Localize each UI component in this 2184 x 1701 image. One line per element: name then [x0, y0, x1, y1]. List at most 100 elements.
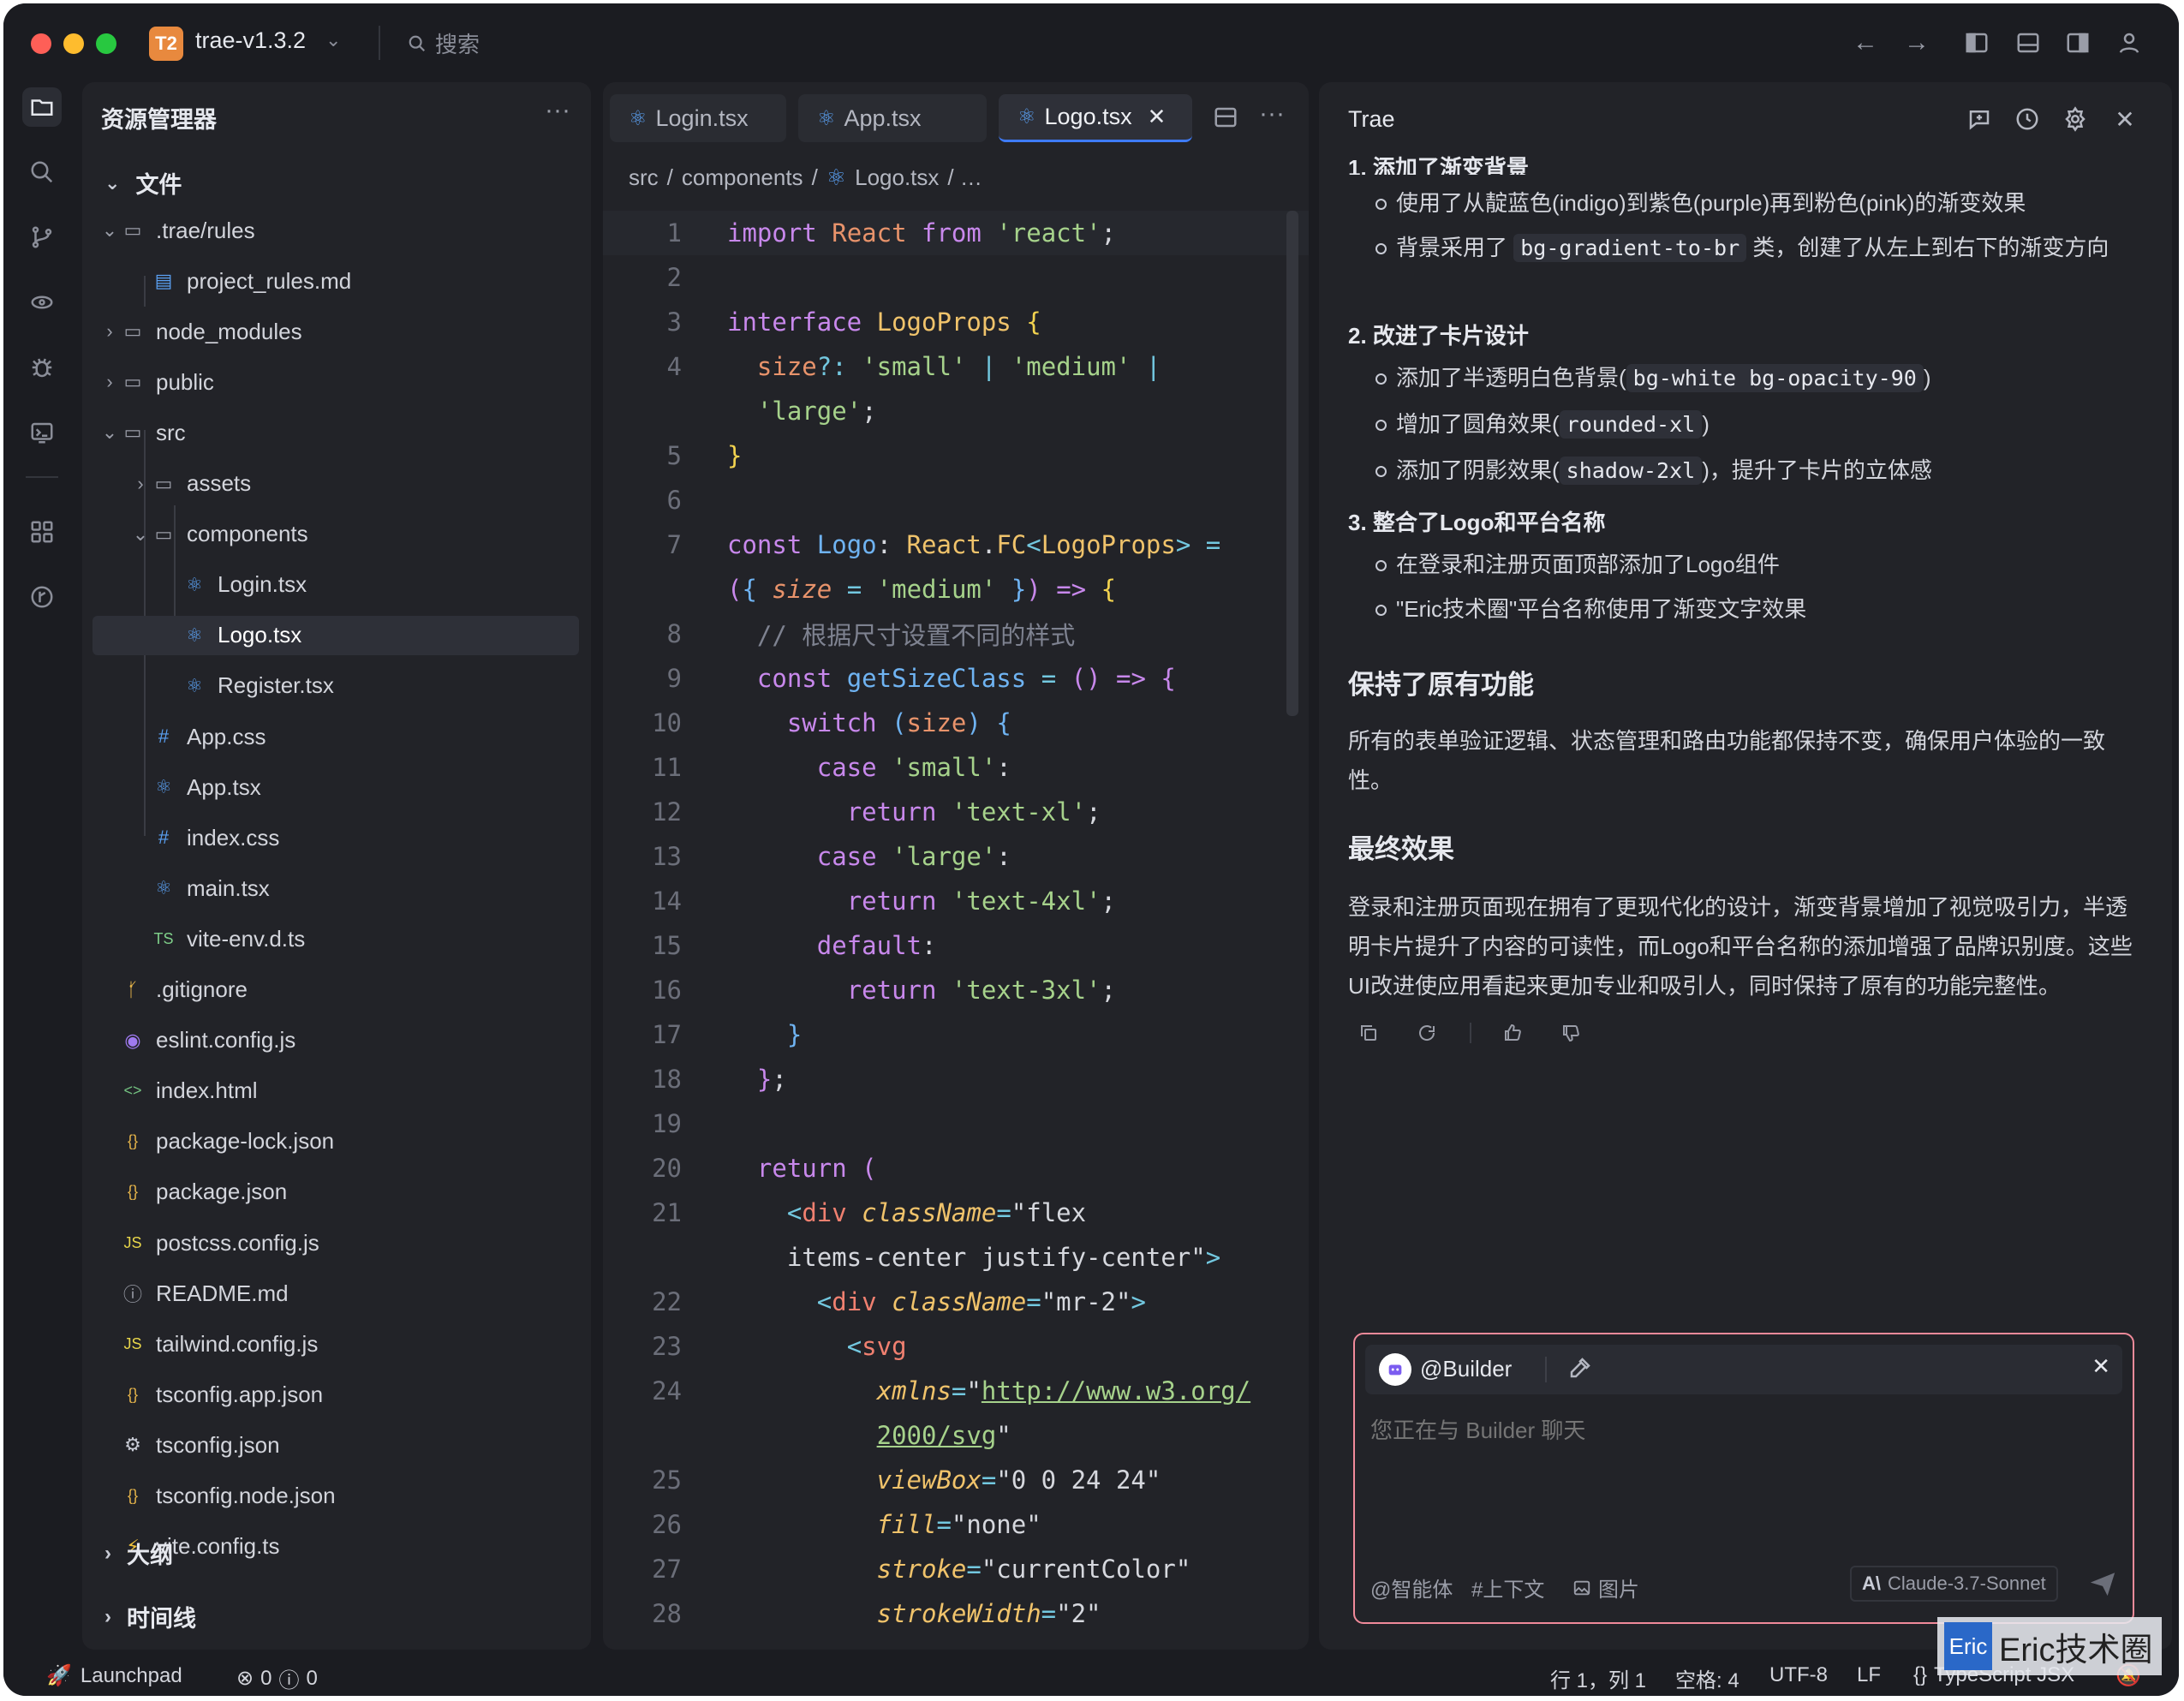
item-number: 2. — [1348, 323, 1373, 349]
problems-indicator[interactable]: ⊗ 0 ⓘ 0 — [236, 1663, 318, 1693]
close-agent-icon[interactable]: ✕ — [2092, 1353, 2110, 1380]
encoding[interactable]: UTF-8 — [1769, 1663, 1828, 1687]
file-tree-item[interactable]: › ▭ assets — [82, 464, 591, 504]
file-tree-item[interactable]: ᚶ .gitignore — [82, 970, 591, 1010]
file-tree-item[interactable]: ⌄ ▭ .trae/rules — [82, 211, 591, 250]
file-tree-item[interactable]: ⚙ tsconfig.json — [82, 1425, 591, 1465]
agent-mention-button[interactable]: @智能体 — [1370, 1573, 1453, 1603]
builder-avatar — [1379, 1353, 1411, 1386]
tab-app[interactable]: ⚛ App.tsx — [798, 94, 987, 142]
line-number: 5 — [666, 441, 682, 470]
thumbs-down-icon[interactable] — [1554, 1016, 1588, 1050]
split-editor-icon[interactable] — [1213, 104, 1238, 134]
more-icon[interactable]: ··· — [1259, 99, 1285, 128]
account-icon[interactable] — [2114, 27, 2145, 58]
launchpad-button[interactable]: 🚀 Launchpad — [46, 1663, 182, 1688]
file-tree-item[interactable]: ◉ eslint.config.js — [82, 1021, 591, 1060]
react-icon: ⚛ — [817, 106, 836, 130]
explorer-icon[interactable] — [22, 87, 62, 127]
file-tree-item[interactable]: {} package.json — [82, 1173, 591, 1212]
file-tree-item[interactable]: ⌄ ▭ components — [82, 515, 591, 554]
send-button[interactable] — [2088, 1569, 2117, 1603]
file-tree-item[interactable]: ⌄ ▭ src — [82, 413, 591, 452]
indentation[interactable]: 空格: 4 — [1675, 1663, 1739, 1693]
timeline-section-header[interactable]: › 时间线 — [104, 1600, 196, 1633]
regenerate-icon[interactable] — [1410, 1016, 1444, 1050]
file-tree-item[interactable]: ⚛ Register.tsx — [82, 666, 591, 706]
agent-label[interactable]: @Builder — [1420, 1356, 1512, 1382]
breadcrumb-item[interactable]: components — [682, 164, 803, 191]
file-tree-item[interactable]: ⚛ Login.tsx — [82, 565, 591, 605]
editor-scrollbar[interactable] — [1286, 211, 1298, 716]
arrow-left-icon[interactable]: ← — [1850, 27, 1881, 58]
tab-logo[interactable]: ⚛ Logo.tsx ✕ — [999, 94, 1192, 142]
file-tree-item[interactable]: {} tsconfig.app.json — [82, 1375, 591, 1414]
file-tree-item[interactable]: ⓘ README.md — [82, 1274, 591, 1313]
file-tree-item[interactable]: TS vite-env.d.ts — [82, 919, 591, 958]
explorer-panel: 资源管理器 ··· ⌄ 文件 ⌄ ▭ .trae/rules ▤ project_rul… — [82, 82, 591, 1650]
file-tree-item[interactable]: JS tailwind.config.js — [82, 1324, 591, 1364]
more-icon[interactable]: ··· — [545, 96, 570, 125]
line-number: 7 — [666, 530, 682, 559]
context-button[interactable]: #上下文 — [1471, 1573, 1544, 1603]
line-number: 13 — [652, 842, 682, 871]
toggle-left-panel-icon[interactable] — [1961, 27, 1992, 58]
file-tree-item[interactable]: <> index.html — [82, 1071, 591, 1111]
rocket-icon: 🚀 — [46, 1664, 72, 1687]
ai-chat-panel: Trae ✕ 1. 添加了渐变背景 使用了从靛蓝色(indigo)到紫色(pur… — [1319, 82, 2172, 1650]
line-number: 27 — [652, 1555, 682, 1584]
maximize-window-button[interactable] — [96, 33, 116, 54]
extensions-icon[interactable] — [22, 512, 62, 552]
git-graph-icon[interactable] — [22, 577, 62, 617]
file-tree-item[interactable]: {} package-lock.json — [82, 1122, 591, 1161]
close-window-button[interactable] — [31, 33, 51, 54]
file-tree-item[interactable]: # index.css — [82, 818, 591, 857]
image-button[interactable]: 图片 — [1572, 1573, 1639, 1603]
end-of-line[interactable]: LF — [1857, 1663, 1881, 1687]
history-icon[interactable] — [2011, 103, 2044, 135]
file-tree-item[interactable]: ⚛ App.tsx — [82, 767, 591, 807]
tab-login[interactable]: ⚛ Login.tsx — [610, 94, 786, 142]
file-tree-item[interactable]: › ▭ node_modules — [82, 312, 591, 351]
close-panel-icon[interactable]: ✕ — [2109, 103, 2141, 135]
arrow-right-icon[interactable]: → — [1901, 27, 1932, 58]
tools-icon[interactable] — [1567, 1355, 1593, 1385]
breadcrumb-item[interactable]: src — [629, 164, 659, 191]
file-tree-label: vite.config.ts — [156, 1533, 280, 1560]
chat-input[interactable] — [1370, 1413, 2115, 1542]
project-badge[interactable]: T2 — [149, 27, 183, 61]
close-tab-icon[interactable]: ✕ — [1148, 104, 1167, 130]
file-tree-item[interactable]: ⚛ Logo.tsx — [92, 615, 579, 655]
project-name[interactable]: trae-v1.3.2 — [195, 27, 306, 54]
toggle-right-panel-icon[interactable] — [2062, 27, 2093, 58]
code-line: 7 const Logo: React.FC<LogoProps> = — [603, 522, 1309, 567]
folder-open-icon: ▭ — [123, 219, 142, 241]
minimize-window-button[interactable] — [63, 33, 84, 54]
toggle-bottom-panel-icon[interactable] — [2013, 27, 2044, 58]
file-tree-item[interactable]: › ▭ public — [82, 362, 591, 402]
css-icon: # — [158, 827, 170, 849]
remote-explorer-icon[interactable] — [22, 283, 62, 322]
file-tree-item[interactable]: ▤ project_rules.md — [82, 261, 591, 301]
search-icon[interactable] — [22, 152, 62, 192]
files-section-header[interactable]: ⌄ 文件 — [104, 166, 182, 200]
copy-icon[interactable] — [1352, 1016, 1386, 1050]
file-tree-item[interactable]: {} tsconfig.node.json — [82, 1477, 591, 1516]
file-tree-item[interactable]: # App.css — [82, 717, 591, 756]
file-tree-item[interactable]: JS postcss.config.js — [82, 1223, 591, 1262]
chevron-down-icon[interactable]: ⌄ — [325, 29, 341, 51]
file-tree-item[interactable]: ⚛ main.tsx — [82, 868, 591, 908]
model-selector[interactable]: A\ Claude-3.7-Sonnet — [1850, 1566, 2058, 1602]
breadcrumb-separator: / … — [947, 164, 982, 190]
breadcrumb-item[interactable]: Logo.tsx — [855, 164, 939, 191]
outline-section-header[interactable]: › 大纲 — [104, 1537, 173, 1570]
debug-icon[interactable] — [22, 348, 62, 387]
thumbs-up-icon[interactable] — [1495, 1016, 1530, 1050]
search-input[interactable]: 搜索 — [408, 27, 480, 59]
bullet-item: 背景采用了 bg-gradient-to-br 类，创建了从左上到右下的渐变方向 — [1375, 228, 2124, 268]
new-chat-icon[interactable] — [1963, 103, 1996, 135]
cursor-position[interactable]: 行 1，列 1 — [1550, 1663, 1646, 1693]
terminal-icon[interactable] — [22, 413, 62, 452]
settings-icon[interactable] — [2059, 103, 2092, 135]
source-control-icon[interactable] — [22, 218, 62, 257]
